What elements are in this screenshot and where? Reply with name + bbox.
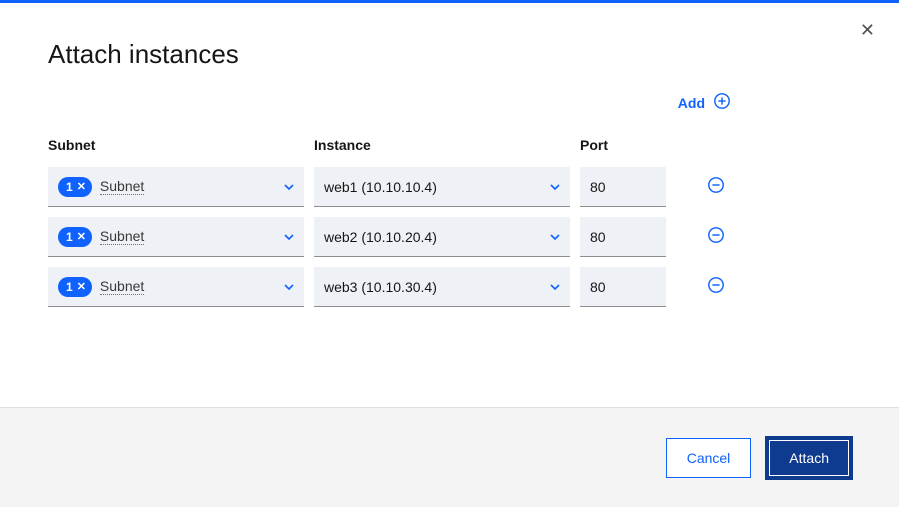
close-icon[interactable]: ✕ — [860, 21, 875, 39]
port-input[interactable] — [590, 167, 656, 206]
chevron-down-icon — [550, 284, 560, 290]
subnet-select[interactable]: 1 ✕ Subnet — [48, 167, 304, 207]
instance-select[interactable]: web3 (10.10.30.4) — [314, 267, 570, 307]
instance-value: web2 (10.10.20.4) — [324, 229, 437, 245]
header-instance: Instance — [314, 137, 570, 153]
subnet-chip[interactable]: 1 ✕ — [58, 227, 92, 247]
subnet-placeholder: Subnet — [100, 279, 144, 295]
header-port: Port — [580, 137, 666, 153]
subnet-placeholder: Subnet — [100, 179, 144, 195]
minus-circle-icon — [707, 226, 725, 249]
instance-value: web1 (10.10.10.4) — [324, 179, 437, 195]
port-input[interactable] — [590, 267, 656, 306]
column-headers: Subnet Instance Port — [48, 137, 851, 153]
table-row: 1 ✕ Subnet web1 (10.10.10.4) — [48, 167, 851, 207]
minus-circle-icon — [707, 176, 725, 199]
chevron-down-icon — [284, 184, 294, 190]
cancel-button[interactable]: Cancel — [666, 438, 752, 478]
chip-count: 1 — [66, 230, 73, 244]
subnet-placeholder: Subnet — [100, 229, 144, 245]
port-input[interactable] — [590, 217, 656, 256]
chevron-down-icon — [284, 234, 294, 240]
attach-instances-modal: ✕ Attach instances Add Subnet Instance P… — [0, 3, 899, 507]
remove-row-button[interactable] — [676, 267, 756, 307]
header-subnet: Subnet — [48, 137, 304, 153]
chip-count: 1 — [66, 280, 73, 294]
chevron-down-icon — [550, 234, 560, 240]
chip-remove-icon[interactable]: ✕ — [77, 280, 86, 293]
add-button[interactable]: Add — [678, 92, 731, 113]
add-circle-icon — [713, 92, 731, 113]
instance-select[interactable]: web1 (10.10.10.4) — [314, 167, 570, 207]
instance-value: web3 (10.10.30.4) — [324, 279, 437, 295]
add-row-container: Add — [48, 92, 851, 113]
port-field[interactable] — [580, 267, 666, 307]
port-field[interactable] — [580, 167, 666, 207]
attach-button[interactable]: Attach — [767, 438, 851, 478]
modal-content: Attach instances Add Subnet Instance Por… — [0, 3, 899, 407]
modal-footer: Cancel Attach — [0, 407, 899, 507]
instance-select[interactable]: web2 (10.10.20.4) — [314, 217, 570, 257]
header-spacer — [676, 137, 756, 153]
subnet-chip[interactable]: 1 ✕ — [58, 177, 92, 197]
minus-circle-icon — [707, 276, 725, 299]
subnet-select[interactable]: 1 ✕ Subnet — [48, 217, 304, 257]
chip-count: 1 — [66, 180, 73, 194]
modal-title: Attach instances — [48, 39, 851, 70]
remove-row-button[interactable] — [676, 217, 756, 257]
chevron-down-icon — [284, 284, 294, 290]
chevron-down-icon — [550, 184, 560, 190]
chip-remove-icon[interactable]: ✕ — [77, 230, 86, 243]
chip-remove-icon[interactable]: ✕ — [77, 180, 86, 193]
subnet-chip[interactable]: 1 ✕ — [58, 277, 92, 297]
port-field[interactable] — [580, 217, 666, 257]
table-row: 1 ✕ Subnet web2 (10.10.20.4) — [48, 217, 851, 257]
remove-row-button[interactable] — [676, 167, 756, 207]
add-button-label: Add — [678, 95, 705, 111]
table-row: 1 ✕ Subnet web3 (10.10.30.4) — [48, 267, 851, 307]
subnet-select[interactable]: 1 ✕ Subnet — [48, 267, 304, 307]
